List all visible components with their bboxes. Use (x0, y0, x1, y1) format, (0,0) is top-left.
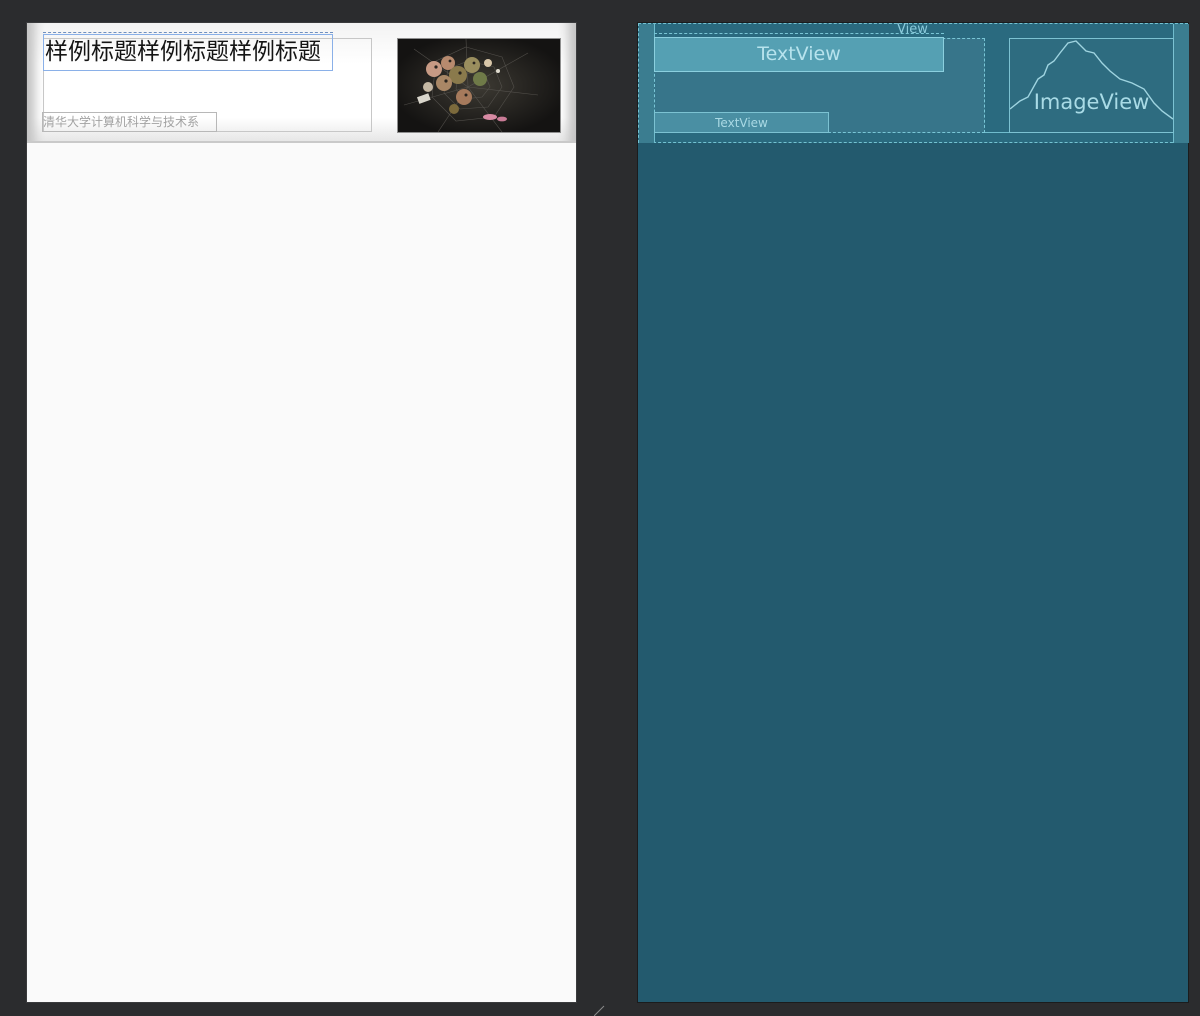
title-text-view[interactable]: 样例标题样例标题样例标题 (43, 34, 333, 71)
blueprint-image-view[interactable]: ImageView (1009, 38, 1174, 133)
subtitle-text-view[interactable]: 清华大学计算机科学与技术系 (42, 112, 217, 132)
blueprint-subtitle-text-view[interactable]: TextView (654, 112, 829, 133)
blueprint-view-label: View (897, 22, 928, 37)
blueprint-title-text-view[interactable]: TextView (654, 37, 944, 72)
preview-image-art (398, 39, 560, 132)
resize-grip-icon[interactable] (594, 1004, 606, 1016)
list-item-card[interactable]: 样例标题样例标题样例标题 清华大学计算机科学与技术系 (27, 23, 576, 143)
blueprint-preview-panel[interactable]: View TextView TextView ImageView (637, 22, 1189, 1003)
design-preview-panel[interactable]: 样例标题样例标题样例标题 清华大学计算机科学与技术系 (26, 22, 577, 1003)
blueprint-card-outline[interactable]: View TextView TextView ImageView (638, 22, 1189, 143)
preview-image[interactable] (397, 38, 561, 133)
blueprint-image-label: ImageView (1033, 90, 1150, 114)
mountain-icon (1010, 40, 1173, 120)
blueprint-padding-left (639, 24, 655, 143)
blueprint-padding-right (1174, 24, 1189, 143)
